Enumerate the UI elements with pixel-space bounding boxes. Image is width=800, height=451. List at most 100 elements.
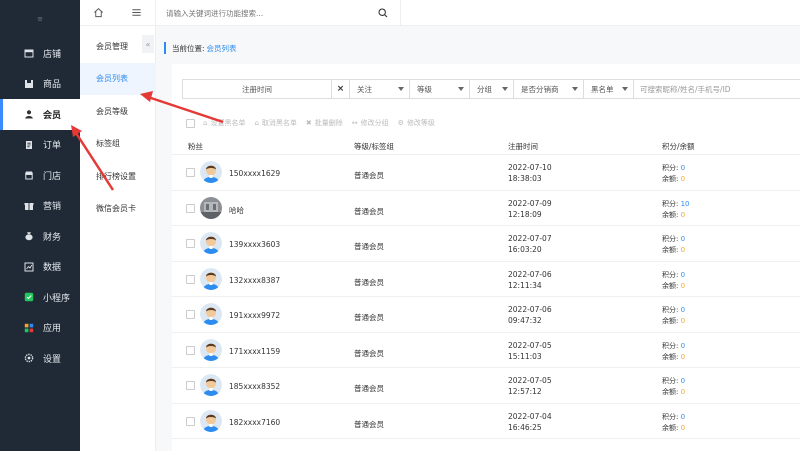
register-time: 2022-07-06 12:11:34 (508, 269, 552, 291)
sidebar-item-shop[interactable]: 门店 (0, 160, 80, 191)
row-checkbox[interactable] (186, 274, 195, 284)
chevron-down-icon (458, 87, 464, 91)
row-checkbox[interactable] (186, 416, 195, 426)
home-button[interactable] (80, 0, 118, 25)
points-balance: 积分: 0 余额: 0 (662, 163, 685, 185)
settings-icon (24, 353, 34, 363)
balance-value[interactable]: 0 (681, 175, 685, 183)
row-checkbox[interactable] (186, 239, 195, 248)
subnav-toolbar (80, 0, 155, 26)
member-name[interactable]: 171xxxx1159 (229, 347, 280, 356)
group-select[interactable]: 分组 (470, 79, 514, 99)
subnav-item[interactable]: 会员等级 (80, 95, 155, 128)
sidebar-item-finance[interactable]: 财务 (0, 221, 80, 252)
member-name[interactable]: 185xxxx8352 (229, 382, 280, 391)
points-value[interactable]: 0 (681, 235, 685, 243)
member-name[interactable]: 哈哈 (229, 205, 244, 216)
sidebar-item-member[interactable]: 会员 (0, 99, 80, 130)
register-clock: 15:11:03 (508, 351, 542, 361)
collapse-subnav-button[interactable]: « (142, 35, 154, 53)
points-value[interactable]: 10 (681, 200, 690, 208)
select-all-checkbox[interactable] (186, 118, 195, 128)
bulk-action-button[interactable]: ⚙ 修改等级 (398, 118, 435, 128)
balance-label: 余额: (662, 317, 679, 325)
shop-icon (24, 170, 34, 180)
table-row[interactable]: 139xxxx3603 普通会员 2022-07-07 16:03:20 积分: 0 余额… (172, 226, 800, 262)
follow-select[interactable]: 关注 (350, 79, 410, 99)
bulk-action-button[interactable]: ⌂ 设置黑名单 (203, 118, 245, 128)
sidebar-toggle[interactable]: ≡ (0, 0, 80, 38)
menu-button[interactable] (118, 0, 156, 25)
table-row[interactable]: 182xxxx7160 普通会员 2022-07-04 16:46:25 积分: 0 余额… (172, 404, 800, 439)
row-checkbox[interactable] (186, 168, 195, 177)
sidebar-item-miniprogram[interactable]: 小程序 (0, 282, 80, 313)
register-date: 2022-07-10 (508, 163, 552, 172)
row-checkbox[interactable] (186, 203, 195, 213)
table-row[interactable]: 191xxxx9972 普通会员 2022-07-06 09:47:32 积分: 0 余额… (172, 297, 800, 333)
points-value[interactable]: 0 (681, 164, 685, 172)
bulk-action-button[interactable]: ↔ 修改分组 (352, 118, 389, 128)
sidebar-item-data[interactable]: 数据 (0, 252, 80, 283)
column-level: 等级/标签组 (354, 142, 395, 151)
level-select[interactable]: 等级 (410, 79, 470, 99)
row-checkbox[interactable] (186, 310, 195, 319)
main-sidebar: ≡ 店铺商品 会员 订单 门店 营销 财务 数据 小程序 应用 设置 (0, 0, 80, 451)
function-search-input[interactable] (166, 8, 366, 18)
points-value[interactable]: 0 (681, 271, 685, 279)
points-value[interactable]: 0 (681, 306, 685, 314)
blacklist-select-value: 黑名单 (591, 84, 614, 94)
bulk-action-button[interactable]: ⌂ 取消黑名单 (254, 118, 296, 128)
balance-value[interactable]: 0 (681, 282, 685, 290)
member-name[interactable]: 150xxxx1629 (229, 169, 280, 178)
bulk-action-button[interactable]: ✖ 批量删除 (306, 118, 343, 128)
sidebar-item-store[interactable]: 店铺 (0, 38, 80, 69)
member-level: 普通会员 (354, 313, 384, 322)
sidebar-item-settings[interactable]: 设置 (0, 343, 80, 374)
table-row[interactable]: 171xxxx1159 普通会员 2022-07-05 15:11:03 积分: 0 余额… (172, 333, 800, 368)
balance-value[interactable]: 0 (681, 388, 685, 396)
distributor-select[interactable]: 是否分销商 (514, 79, 584, 99)
member-level: 普通会员 (354, 277, 384, 287)
points-value[interactable]: 0 (681, 342, 685, 350)
search-icon[interactable] (378, 8, 388, 18)
miniprogram-icon (24, 292, 34, 302)
subnav-item[interactable]: 会员列表 (80, 62, 156, 95)
subnav-item[interactable]: 微信会员卡 (80, 193, 155, 226)
sidebar-item-label: 店铺 (43, 49, 62, 60)
balance-value[interactable]: 0 (681, 246, 685, 254)
subnav-item[interactable]: 排行榜设置 (80, 160, 155, 193)
table-header: 粉丝 等级/标签组 注册时间 积分/余额 (172, 135, 800, 155)
table-row[interactable]: 185xxxx8352 普通会员 2022-07-05 12:57:12 积分: 0 余额… (172, 368, 800, 404)
member-name[interactable]: 191xxxx9972 (229, 311, 280, 320)
points-value[interactable]: 0 (681, 413, 685, 421)
sidebar-item-apps[interactable]: 应用 (0, 313, 80, 344)
breadcrumb-prefix: 当前位置: (172, 43, 205, 53)
row-checkbox[interactable] (186, 381, 195, 390)
avatar (200, 267, 222, 290)
member-name[interactable]: 139xxxx3603 (229, 240, 280, 249)
balance-value[interactable]: 0 (681, 424, 685, 432)
balance-value[interactable]: 0 (681, 317, 685, 325)
table-row[interactable]: 哈哈 普通会员 2022-07-09 12:18:09 积分: 10 余额: 0 (172, 191, 800, 226)
sidebar-item-order[interactable]: 订单 (0, 130, 80, 161)
balance-value[interactable]: 0 (681, 211, 685, 219)
keyword-search-input[interactable]: 可搜索昵称/姓名/手机号/ID (634, 79, 800, 99)
register-date: 2022-07-05 (508, 376, 552, 385)
row-checkbox[interactable] (186, 345, 195, 355)
table-row[interactable]: 132xxxx8387 普通会员 2022-07-06 12:11:34 积分: 0 余额… (172, 262, 800, 297)
sidebar-item-marketing[interactable]: 营销 (0, 191, 80, 222)
breadcrumb-current[interactable]: 会员列表 (207, 43, 237, 54)
member-name[interactable]: 182xxxx7160 (229, 418, 280, 427)
subnav-item[interactable]: 标签组 (80, 128, 155, 161)
member-level: 普通会员 (354, 242, 384, 251)
clear-date-button[interactable]: × (332, 79, 350, 99)
register-date: 2022-07-04 (508, 411, 552, 421)
column-fans: 粉丝 (188, 142, 203, 151)
sidebar-item-goods[interactable]: 商品 (0, 69, 80, 100)
blacklist-select[interactable]: 黑名单 (584, 79, 634, 99)
register-date-filter[interactable]: 注册时间 (182, 79, 332, 99)
member-name[interactable]: 132xxxx8387 (229, 276, 280, 285)
balance-value[interactable]: 0 (681, 353, 685, 361)
points-value[interactable]: 0 (681, 377, 685, 385)
table-row[interactable]: 150xxxx1629 普通会员 2022-07-10 18:38:03 积分: 0 余额… (172, 155, 800, 191)
